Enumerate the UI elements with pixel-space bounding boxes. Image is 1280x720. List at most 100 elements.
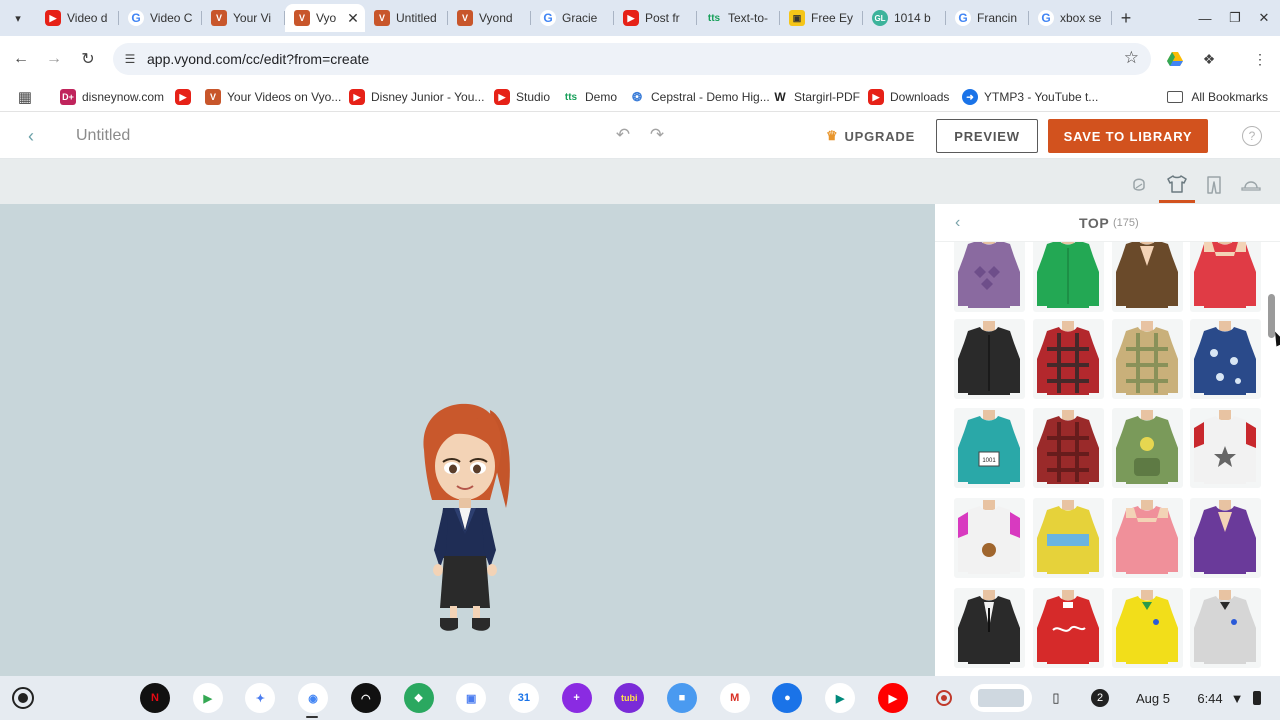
browser-tab[interactable]: tts Text-to- (697, 4, 780, 32)
bookmark-item[interactable]: ❂ Cepstral - Demo Hig... (629, 86, 770, 108)
audible-icon[interactable]: ◠ (350, 683, 381, 713)
close-tab-icon[interactable]: ✕ (345, 10, 361, 27)
address-bar[interactable]: ☰ app.vyond.com/cc/edit?from=create ☆ (113, 43, 1151, 75)
apps-grid-icon[interactable]: ▦ (16, 88, 34, 106)
redo-button[interactable]: ↷ (646, 124, 668, 146)
site-settings-icon[interactable]: ☰ (121, 50, 139, 68)
browser-tab[interactable]: Gxbox se (1029, 4, 1112, 32)
clothing-item-green-backpack[interactable] (1112, 408, 1183, 488)
new-tab-button[interactable]: + (1116, 8, 1136, 28)
browser-tab[interactable]: G Francin (946, 4, 1029, 32)
forward-button[interactable]: → (42, 47, 66, 71)
tab-head[interactable] (1121, 167, 1157, 203)
browser-tab[interactable]: GL 1014 b (863, 4, 946, 32)
clothing-item-pink-halter-top[interactable] (1112, 498, 1183, 578)
clothing-item-black-leather-jacket[interactable] (954, 319, 1025, 399)
battery-icon[interactable] (1250, 684, 1264, 712)
clothing-item-purple-vest[interactable] (1190, 498, 1261, 578)
meet-icon[interactable]: ▶ (825, 683, 856, 713)
screen-record-button[interactable] (930, 684, 958, 712)
menu-icon[interactable]: ⋮ (1249, 48, 1271, 70)
files-icon[interactable]: ■ (667, 683, 697, 713)
clothing-item-gray-polo-shirt[interactable] (1190, 588, 1261, 668)
plus-icon[interactable]: + (561, 683, 592, 713)
tab-hat[interactable] (1233, 167, 1269, 203)
browser-tab[interactable]: V Untitled (365, 4, 448, 32)
undo-button[interactable]: ↶ (612, 124, 634, 146)
play-store-icon[interactable]: ▶ (192, 683, 223, 713)
character-preview[interactable] (410, 400, 520, 632)
bookmark-item[interactable]: ▶ (175, 86, 197, 108)
gmail-icon[interactable]: M (719, 683, 750, 713)
bookmark-item[interactable]: ▶ Downloads (868, 86, 949, 108)
tab-top[interactable] (1159, 167, 1195, 203)
tab-search-button[interactable]: ▾ (6, 6, 30, 30)
apps-icon[interactable]: ❖ (403, 683, 434, 713)
bookmark-item[interactable]: V Your Videos on Vyo... (205, 86, 341, 108)
clothing-item-yellow-stripe-sweater[interactable] (1033, 498, 1104, 578)
bookmark-item[interactable]: ▶ Studio (494, 86, 550, 108)
browser-tab[interactable]: G Video C (119, 4, 202, 32)
browser-tab[interactable]: V Vyo ✕ (285, 4, 365, 32)
reload-button[interactable]: ↻ (76, 47, 100, 71)
calendar-icon[interactable]: 31 (508, 683, 539, 713)
minimize-button[interactable]: — (1193, 6, 1217, 30)
bookmark-item[interactable]: ▶ Disney Junior - You... (349, 86, 484, 108)
browser-tab[interactable]: G Gracie (531, 4, 614, 32)
clothing-item-red-flannel-shirt[interactable] (1033, 408, 1104, 488)
gemini-icon[interactable]: ✦ (245, 683, 276, 713)
tote-holding-space[interactable] (970, 684, 1032, 712)
tab-bottom[interactable] (1196, 167, 1232, 203)
clock-display[interactable]: 6:44 (1192, 684, 1228, 712)
clothing-item-yellow-brazil-jersey[interactable] (1112, 588, 1183, 668)
help-icon[interactable]: ? (1242, 126, 1262, 146)
clothing-item-red-plaid-shirt[interactable] (1033, 319, 1104, 399)
clothing-item-purple-argyle-vest[interactable] (954, 242, 1025, 312)
browser-tab[interactable]: ▶ Post fr (614, 4, 697, 32)
bookmark-item[interactable]: W Stargirl-PDF (772, 86, 860, 108)
editor-back-button[interactable]: ‹ (22, 125, 40, 147)
all-bookmarks-button[interactable]: All Bookmarks (1167, 86, 1268, 108)
extensions-icon[interactable]: ❖ (1198, 48, 1220, 70)
document-title[interactable]: Untitled (76, 127, 130, 145)
bookmark-item[interactable]: tts Demo (563, 86, 617, 108)
clothing-item-tan-plaid-backpack-shirt[interactable] (1112, 319, 1183, 399)
upgrade-button[interactable]: ♛ UPGRADE (826, 128, 915, 144)
clothing-item-black-suit-jacket[interactable] (954, 588, 1025, 668)
tubi-icon[interactable]: tubi (614, 683, 645, 713)
browser-tab[interactable]: V Your Vi (202, 4, 285, 32)
clothing-item-blue-hawaiian-shirt[interactable] (1190, 319, 1261, 399)
phone-hub-button[interactable]: ▯ (1044, 684, 1068, 712)
clothing-item-brown-cardigan[interactable] (1112, 242, 1183, 312)
clothing-item-red-star-raglan[interactable] (1190, 408, 1261, 488)
save-to-library-button[interactable]: SAVE TO LIBRARY (1048, 119, 1208, 153)
close-window-button[interactable]: ✕ (1252, 6, 1276, 30)
date-display[interactable]: Aug 5 (1132, 684, 1174, 712)
clothing-item-pink-bear-raglan[interactable] (954, 498, 1025, 578)
netflix-icon[interactable]: N (140, 683, 170, 713)
photo-icon[interactable]: ▣ (456, 683, 487, 713)
launcher-button[interactable] (12, 687, 34, 709)
bookmark-item[interactable]: D+ disneynow.com (60, 86, 164, 108)
clothing-item-red-tank-top[interactable] (1190, 242, 1261, 312)
clothing-item-green-zip-hoodie[interactable] (1033, 242, 1104, 312)
preview-button[interactable]: PREVIEW (936, 119, 1038, 153)
bookmark-label: YTMP3 - YouTube t... (984, 90, 1099, 104)
maximize-button[interactable]: ❐ (1223, 6, 1247, 30)
clothing-item-red-football-jersey[interactable] (1033, 588, 1104, 668)
browser-tab[interactable]: ▣ Free Ey (780, 4, 863, 32)
drive-icon[interactable] (1164, 48, 1186, 70)
bookmark-item[interactable]: ➜ YTMP3 - YouTube t... (962, 86, 1098, 108)
panel-back-icon[interactable]: ‹ (955, 214, 960, 232)
wifi-icon[interactable]: ▼ (1228, 684, 1246, 712)
back-button[interactable]: ← (9, 47, 33, 71)
bookmark-star-icon[interactable]: ☆ (1124, 48, 1139, 68)
messages-icon[interactable]: ● (772, 683, 803, 713)
clothing-item-teal-runner-tank[interactable]: 1001 (954, 408, 1025, 488)
browser-tab[interactable]: V Vyond (448, 4, 531, 32)
url-text[interactable]: app.vyond.com/cc/edit?from=create (147, 51, 369, 67)
browser-tab[interactable]: ▶ Video d (36, 4, 119, 32)
youtube-icon[interactable]: ▶ (877, 683, 908, 713)
notifications-button[interactable]: 2 (1088, 684, 1112, 712)
chrome-icon[interactable]: ◉ (298, 683, 329, 713)
